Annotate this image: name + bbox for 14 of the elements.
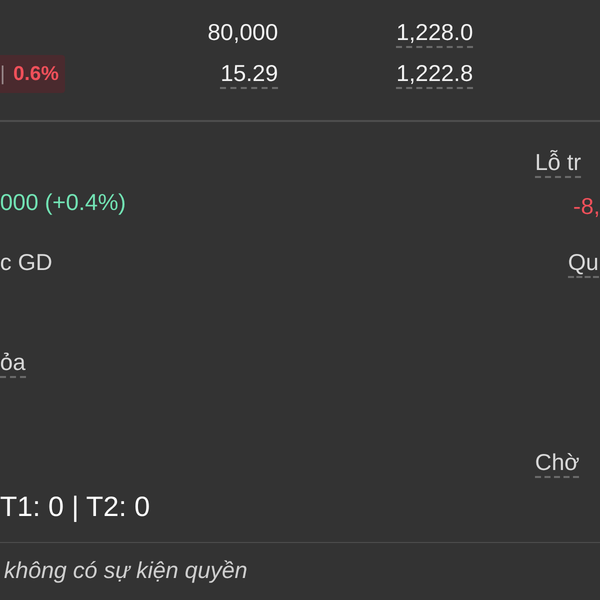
settlement-value: T1: 0 | T2: 0	[0, 492, 150, 522]
price-value: 1,228.0	[396, 19, 473, 48]
change-percent-badge: | 0.6%	[0, 54, 65, 92]
field-label: Qu	[568, 249, 599, 278]
change-value: 000 (+0.4%)	[0, 189, 126, 215]
field-label: ỏa	[0, 349, 26, 378]
volume-value: 80,000	[208, 19, 278, 46]
field-label: Chờ	[535, 449, 580, 478]
loss-value: -8,	[573, 193, 600, 219]
footer-note: không có sự kiện quyền	[4, 557, 248, 583]
field-label: c GD	[0, 249, 52, 275]
volume-value: 15.29	[220, 60, 278, 90]
price-value: 1,222.8	[396, 60, 473, 90]
field-label: Lỗ tr	[535, 149, 582, 178]
